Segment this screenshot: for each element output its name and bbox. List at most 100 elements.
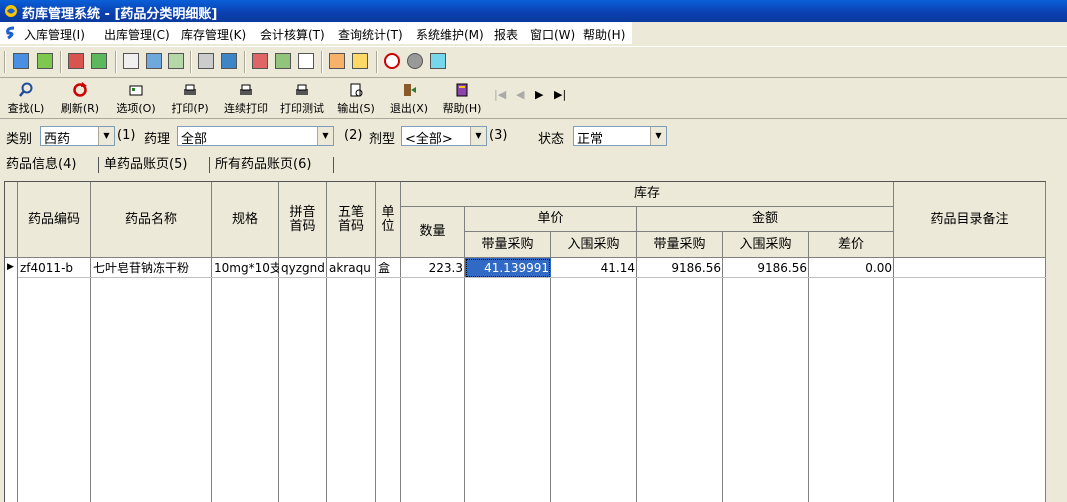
tab-all-ledger[interactable]: 所有药品账页(6) bbox=[215, 155, 311, 175]
cell-qty[interactable]: 223.3 bbox=[401, 258, 465, 278]
print-button[interactable]: 打印(P) bbox=[168, 80, 212, 116]
print-test-button[interactable]: 打印测试 bbox=[276, 80, 328, 116]
header-amount: 金额 bbox=[637, 207, 894, 232]
menu-system[interactable]: 系统维护(M) bbox=[416, 26, 484, 43]
tab-single-ledger[interactable]: 单药品账页(5) bbox=[104, 155, 187, 175]
gear-icon[interactable] bbox=[407, 53, 423, 69]
header-unit-price: 单价 bbox=[465, 207, 637, 232]
menu-window[interactable]: 窗口(W) bbox=[530, 26, 575, 43]
header-qty[interactable]: 数量 bbox=[401, 207, 465, 258]
icon-toolbar bbox=[0, 46, 1067, 78]
cell-wubi[interactable]: akraqu bbox=[327, 258, 376, 278]
header-amount-enroll[interactable]: 入围采购 bbox=[723, 232, 809, 258]
header-remark[interactable]: 药品目录备注 bbox=[894, 182, 1046, 258]
header-unit[interactable]: 单 位 bbox=[376, 182, 401, 258]
dosage-value: <全部> bbox=[405, 132, 453, 147]
clipboard-icon[interactable] bbox=[123, 53, 139, 69]
menu-inventory[interactable]: 库存管理(K) bbox=[181, 26, 246, 43]
list-icon[interactable] bbox=[168, 53, 184, 69]
export-label: 输出(S) bbox=[337, 102, 375, 115]
continuous-print-label: 连续打印 bbox=[224, 102, 268, 115]
calculator-icon[interactable] bbox=[252, 53, 268, 69]
options-button[interactable]: 选项(O) bbox=[114, 80, 158, 116]
category-select[interactable]: 西药 ▼ bbox=[40, 126, 115, 147]
next-record-icon[interactable]: ▶ bbox=[535, 88, 543, 101]
refresh-button[interactable]: 刷新(R) bbox=[58, 80, 102, 116]
header-price-band[interactable]: 带量采购 bbox=[465, 232, 551, 258]
header-pinyin[interactable]: 拼音 首码 bbox=[279, 182, 327, 258]
cell-remark[interactable] bbox=[894, 258, 1046, 278]
dosage-hotkey: (3) bbox=[489, 128, 508, 143]
search-icon[interactable] bbox=[298, 53, 314, 69]
cell-diff[interactable]: 0.00 bbox=[809, 258, 894, 278]
chevron-down-icon[interactable]: ▼ bbox=[650, 127, 666, 145]
header-amount-band[interactable]: 带量采购 bbox=[637, 232, 723, 258]
import-icon[interactable] bbox=[37, 53, 53, 69]
status-select[interactable]: 正常 ▼ bbox=[573, 126, 667, 147]
door-exit-icon bbox=[404, 84, 416, 96]
tab-bar: 药品信息(4) 单药品账页(5) 所有药品账页(6) bbox=[0, 153, 1067, 177]
first-record-icon[interactable]: |◀ bbox=[494, 88, 506, 101]
drug-grid[interactable]: 药品编码 药品名称 规格 拼音 首码 五笔 首码 单 位 库存 数量 单价 金额… bbox=[4, 181, 1046, 502]
toolbar-grip bbox=[4, 51, 6, 73]
menu-help[interactable]: 帮助(H) bbox=[583, 26, 625, 43]
cell-name[interactable]: 七叶皂苷钠冻干粉 bbox=[91, 258, 212, 278]
inbound-doc-icon[interactable] bbox=[68, 53, 84, 69]
menu-accounting[interactable]: 会计核算(T) bbox=[260, 26, 325, 43]
header-spec[interactable]: 规格 bbox=[212, 182, 279, 258]
toolbar-separator bbox=[376, 51, 378, 73]
printer-icon bbox=[184, 84, 196, 95]
continuous-print-button[interactable]: 连续打印 bbox=[220, 80, 272, 116]
dosage-select[interactable]: <全部> ▼ bbox=[401, 126, 487, 147]
header-name[interactable]: 药品名称 bbox=[91, 182, 212, 258]
grid-icon[interactable] bbox=[221, 53, 237, 69]
exit-button[interactable]: 退出(X) bbox=[387, 80, 431, 116]
login-icon[interactable] bbox=[13, 53, 29, 69]
last-record-icon[interactable]: ▶| bbox=[554, 88, 566, 101]
tab-drug-info[interactable]: 药品信息(4) bbox=[6, 155, 76, 175]
category-label: 类别 bbox=[6, 132, 33, 147]
menu-reports[interactable]: 报表 bbox=[494, 26, 518, 43]
prev-record-icon[interactable]: ◀ bbox=[516, 88, 524, 101]
cell-amount-band[interactable]: 9186.56 bbox=[637, 258, 723, 278]
cell-code[interactable]: zf4011-b bbox=[18, 258, 91, 278]
pharmacology-select[interactable]: 全部 ▼ bbox=[177, 126, 334, 147]
card-icon[interactable] bbox=[146, 53, 162, 69]
cell-price-enroll[interactable]: 41.14 bbox=[551, 258, 637, 278]
exit-icon[interactable] bbox=[430, 53, 446, 69]
chevron-down-icon[interactable]: ▼ bbox=[470, 127, 486, 145]
help-button[interactable]: 帮助(H) bbox=[440, 80, 484, 116]
pen-icon[interactable] bbox=[329, 53, 345, 69]
header-code[interactable]: 药品编码 bbox=[18, 182, 91, 258]
header-stock: 库存 bbox=[401, 182, 894, 207]
menu-query[interactable]: 查询统计(T) bbox=[338, 26, 403, 43]
chevron-down-icon[interactable]: ▼ bbox=[317, 127, 333, 145]
magnifier-icon bbox=[19, 82, 33, 97]
cell-pinyin[interactable]: qyzgnd bbox=[279, 258, 327, 278]
check-icon[interactable] bbox=[91, 53, 107, 69]
printer-icon bbox=[296, 84, 308, 95]
cell-spec[interactable]: 10mg*10支 bbox=[212, 258, 279, 278]
header-wubi[interactable]: 五笔 首码 bbox=[327, 182, 376, 258]
refresh-label: 刷新(R) bbox=[60, 102, 100, 115]
cell-amount-enroll[interactable]: 9186.56 bbox=[723, 258, 809, 278]
header-price-enroll[interactable]: 入围采购 bbox=[551, 232, 637, 258]
menu-inbound[interactable]: 入库管理(I) bbox=[24, 26, 85, 43]
header-diff[interactable]: 差价 bbox=[809, 232, 894, 258]
find-button[interactable]: 查找(L) bbox=[4, 80, 48, 116]
thermometer-icon[interactable] bbox=[352, 53, 368, 69]
tree-icon[interactable] bbox=[275, 53, 291, 69]
cell-unit[interactable]: 盒 bbox=[376, 258, 401, 278]
pharmacology-hotkey: (2) bbox=[344, 128, 363, 143]
export-button[interactable]: 输出(S) bbox=[334, 80, 378, 116]
help-book-icon bbox=[456, 83, 468, 97]
stop-icon[interactable] bbox=[384, 53, 400, 69]
category-value: 西药 bbox=[44, 132, 71, 147]
menu-outbound[interactable]: 出库管理(C) bbox=[104, 26, 170, 43]
cell-price-band[interactable]: 41.139991 bbox=[465, 258, 551, 278]
tab-separator bbox=[98, 157, 99, 173]
report-icon[interactable] bbox=[198, 53, 214, 69]
current-row-indicator-icon: ▶ bbox=[7, 262, 14, 272]
help-label: 帮助(H) bbox=[442, 102, 482, 115]
chevron-down-icon[interactable]: ▼ bbox=[98, 127, 114, 145]
